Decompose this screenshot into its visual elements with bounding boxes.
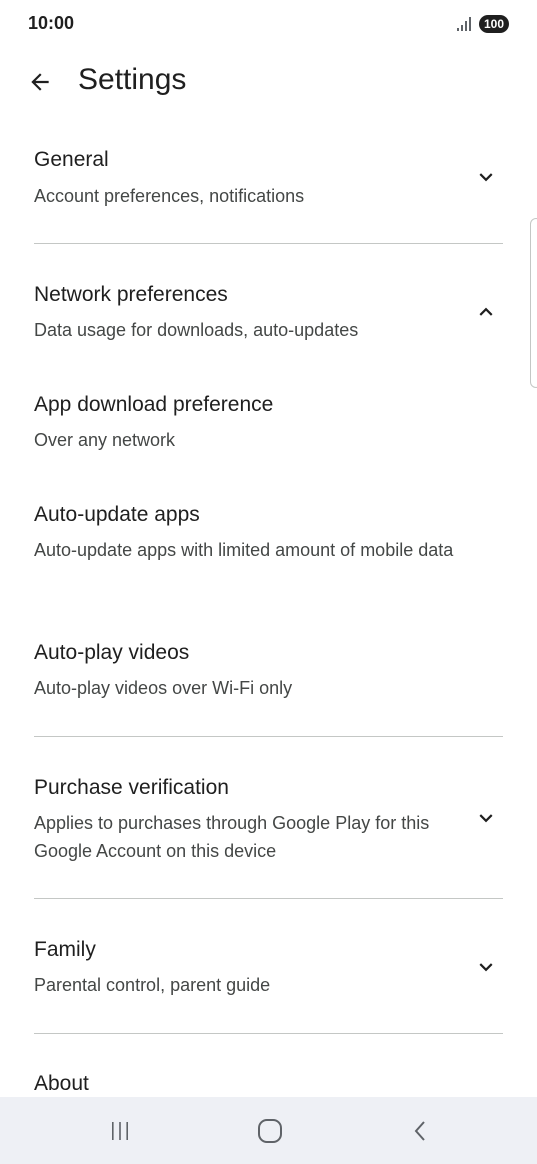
- section-subtitle: Applies to purchases through Google Play…: [34, 813, 430, 861]
- setting-title: App download preference: [34, 393, 274, 416]
- chevron-down-icon[interactable]: [470, 802, 502, 834]
- section-subtitle: Data usage for downloads, auto-updates: [34, 320, 359, 340]
- chevron-down-icon[interactable]: [470, 161, 502, 193]
- home-button[interactable]: [250, 1111, 290, 1151]
- nav-back-button[interactable]: [401, 1111, 441, 1151]
- section-purchase-verification[interactable]: Purchase verification Applies to purchas…: [0, 760, 537, 890]
- battery-indicator: 100: [479, 15, 509, 33]
- section-network-preferences[interactable]: Network preferences Data usage for downl…: [0, 266, 537, 376]
- chevron-up-icon[interactable]: [470, 296, 502, 328]
- page-title: Settings: [78, 63, 187, 96]
- section-subtitle: Parental control, parent guide: [34, 975, 271, 995]
- nav-back-icon: [414, 1121, 425, 1141]
- divider: [34, 736, 503, 737]
- recents-icon: [112, 1122, 128, 1140]
- section-general[interactable]: General Account preferences, notificatio…: [0, 130, 537, 240]
- arrow-back-icon: [31, 73, 49, 91]
- setting-auto-update-apps[interactable]: Auto-update apps Auto-update apps with l…: [0, 488, 537, 608]
- status-time: 10:00: [28, 13, 75, 33]
- section-family[interactable]: Family Parental control, parent guide: [0, 922, 537, 1032]
- section-title: About: [34, 1072, 89, 1095]
- recents-button[interactable]: [100, 1111, 140, 1151]
- setting-title: Auto-update apps: [34, 503, 200, 526]
- chevron-down-icon[interactable]: [470, 1086, 502, 1097]
- setting-subtitle: Over any network: [34, 430, 176, 450]
- setting-auto-play-videos[interactable]: Auto-play videos Auto-play videos over W…: [0, 626, 537, 726]
- section-subtitle: Account preferences, notifications: [34, 186, 305, 206]
- setting-title: Auto-play videos: [34, 641, 190, 664]
- chevron-down-icon[interactable]: [470, 951, 502, 983]
- divider: [34, 898, 503, 899]
- signal-bars-icon: [457, 17, 473, 31]
- system-nav-bar: [0, 1097, 537, 1164]
- home-icon: [258, 1119, 282, 1143]
- setting-subtitle: Auto-play videos over Wi-Fi only: [34, 678, 293, 698]
- setting-app-download-preference[interactable]: App download preference Over any network: [0, 378, 537, 478]
- section-about[interactable]: About: [0, 1056, 537, 1097]
- scrollbar-thumb[interactable]: [530, 218, 537, 388]
- section-title: Purchase verification: [34, 776, 229, 799]
- back-button[interactable]: [22, 64, 58, 100]
- setting-subtitle: Auto-update apps with limited amount of …: [34, 540, 454, 560]
- section-title: General: [34, 148, 109, 171]
- status-bar: 10:00 100: [0, 0, 537, 48]
- divider: [34, 243, 503, 244]
- app-bar: Settings: [0, 56, 537, 108]
- section-title: Family: [34, 938, 96, 961]
- section-title: Network preferences: [34, 283, 228, 306]
- divider: [34, 1033, 503, 1034]
